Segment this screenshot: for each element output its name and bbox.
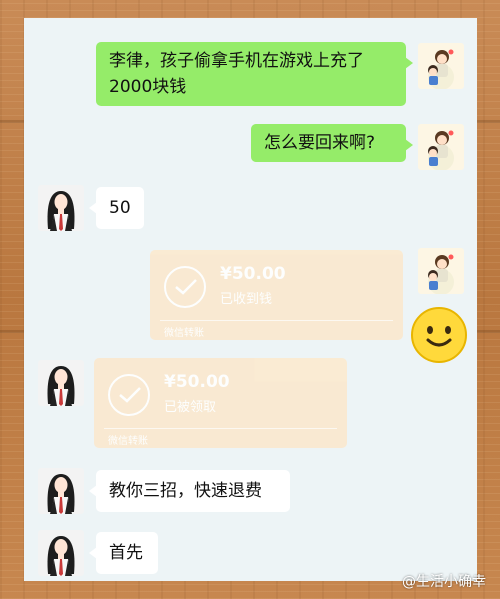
message-text: 50 [109,198,131,218]
check-circle-icon [164,266,206,308]
long-hair-woman-avatar-icon [38,530,84,576]
family-cartoon-avatar-icon [418,124,464,170]
transfer-status: 已收到钱 [220,292,273,307]
sent-message-bubble[interactable]: 李律，孩子偷拿手机在游戏上充了2000块钱 [96,42,413,106]
transfer-footer: 微信转账 [164,328,204,339]
check-circle-icon [108,374,150,416]
message-text: 怎么要回来啊? [264,133,376,153]
lawyer-avatar[interactable] [38,185,84,231]
message-text: 首先 [109,543,143,563]
smiley-face-icon [410,306,468,364]
user-avatar[interactable] [418,124,464,170]
long-hair-woman-avatar-icon [38,185,84,231]
transfer-card[interactable]: ¥50.00 已被领取 微信转账 [94,358,347,448]
family-cartoon-avatar-icon [418,248,464,294]
received-message-bubble[interactable]: 50 [89,187,144,229]
sent-message-bubble[interactable]: 怎么要回来啊? [251,124,413,162]
received-message-bubble[interactable]: 教你三招，快速退费 [89,470,290,512]
divider [104,428,337,429]
user-avatar[interactable] [418,248,464,294]
transfer-card[interactable]: ¥50.00 已收到钱 微信转账 [150,250,403,340]
chat-window: 李律，孩子偷拿手机在游戏上充了2000块钱 怎么要回来啊? 50 ¥50.00 … [24,18,477,581]
lawyer-avatar[interactable] [38,468,84,514]
divider [160,320,393,321]
transfer-amount: ¥50.00 [164,372,230,392]
watermark-text: @生活小确幸 [402,574,486,590]
transfer-footer: 微信转账 [108,436,148,447]
transfer-status: 已被领取 [164,400,217,415]
transfer-amount: ¥50.00 [220,264,286,284]
family-cartoon-avatar-icon [418,43,464,89]
lawyer-avatar[interactable] [38,360,84,406]
message-text: 李律，孩子偷拿手机在游戏上充了2000块钱 [109,51,364,97]
watermark: @生活小确幸 [402,571,486,591]
received-message-bubble[interactable]: 首先 [89,532,158,574]
lawyer-avatar[interactable] [38,530,84,576]
long-hair-woman-avatar-icon [38,360,84,406]
user-avatar[interactable] [418,43,464,89]
long-hair-woman-avatar-icon [38,468,84,514]
message-text: 教你三招，快速退费 [109,481,262,501]
